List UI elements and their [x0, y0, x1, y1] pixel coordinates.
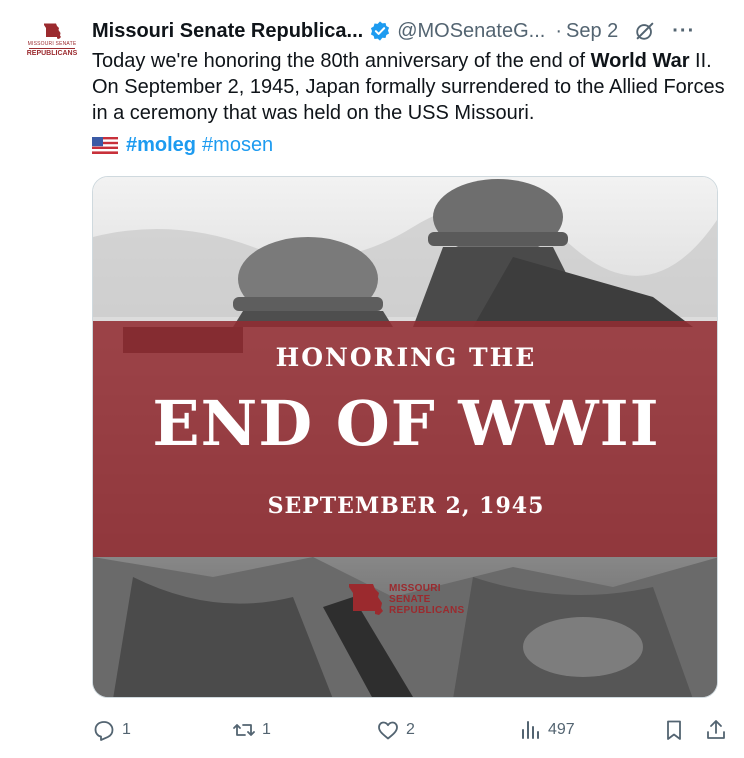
- headline-banner: HONORING THE END OF WWII SEPTEMBER 2, 19…: [93, 321, 717, 557]
- reply-button[interactable]: 1: [92, 716, 131, 744]
- tweet-image[interactable]: HONORING THE END OF WWII SEPTEMBER 2, 19…: [92, 176, 718, 698]
- like-button[interactable]: 2: [376, 716, 415, 744]
- grok-icon[interactable]: [634, 20, 656, 42]
- action-bar: 1 1 2 497: [92, 716, 732, 744]
- avatar-text-bottom: REPUBLICANS: [26, 50, 78, 57]
- repost-icon: [233, 724, 255, 736]
- bookmark-icon: [667, 720, 681, 740]
- logo-text: MISSOURI SENATE REPUBLICANS: [389, 583, 465, 616]
- more-icon[interactable]: ···: [672, 20, 695, 43]
- avatar-divider: [29, 48, 75, 49]
- hashtags-row: #moleg #mosen: [92, 132, 279, 158]
- separator-dot: ·: [555, 19, 562, 42]
- like-count: 2: [406, 721, 415, 738]
- headline-large: END OF WWII: [152, 387, 660, 460]
- share-icon: [707, 720, 725, 739]
- us-flag-icon: [92, 136, 118, 154]
- avatar[interactable]: MISSOURI SENATE REPUBLICANS: [26, 22, 78, 62]
- views-button[interactable]: 497: [518, 716, 575, 744]
- share-button[interactable]: [704, 716, 728, 744]
- hashtag-mosen[interactable]: #mosen: [202, 132, 273, 158]
- like-icon: [378, 721, 398, 740]
- missouri-state-icon: [44, 23, 61, 39]
- views-count: 497: [548, 721, 575, 738]
- logo-line-2: SENATE: [389, 593, 431, 605]
- verified-badge-icon: [371, 21, 390, 41]
- headline-small: HONORING THE: [275, 343, 537, 372]
- reply-icon: [94, 721, 114, 741]
- repost-count: 1: [262, 721, 271, 738]
- handle[interactable]: @MOSenateG...: [397, 20, 545, 43]
- post-date[interactable]: Sep 2: [566, 20, 618, 43]
- logo-line-1: MISSOURI: [389, 582, 441, 594]
- bookmark-button[interactable]: [662, 716, 686, 744]
- tweet-text-bold: World War: [590, 50, 690, 72]
- repost-button[interactable]: 1: [232, 716, 271, 744]
- senate-republicans-logo: MISSOURI SENATE REPUBLICANS: [345, 581, 465, 617]
- views-icon: [522, 721, 539, 739]
- missouri-state-icon: [349, 584, 383, 615]
- hashtag-moleg[interactable]: #moleg: [126, 132, 196, 158]
- tweet-text: Today we're honoring the 80th anniversar…: [92, 48, 732, 126]
- logo-line-3: REPUBLICANS: [389, 604, 465, 616]
- tweet-text-start: Today we're honoring the 80th anniversar…: [92, 50, 591, 72]
- display-name[interactable]: Missouri Senate Republica...: [92, 20, 363, 43]
- headline-date: SEPTEMBER 2, 1945: [267, 493, 545, 519]
- reply-count: 1: [122, 721, 131, 738]
- avatar-text-top: MISSOURI SENATE: [27, 41, 77, 47]
- tweet-header: Missouri Senate Republica... @MOSenateG.…: [92, 16, 734, 46]
- tweet-card[interactable]: MISSOURI SENATE REPUBLICANS Missouri Sen…: [0, 0, 744, 758]
